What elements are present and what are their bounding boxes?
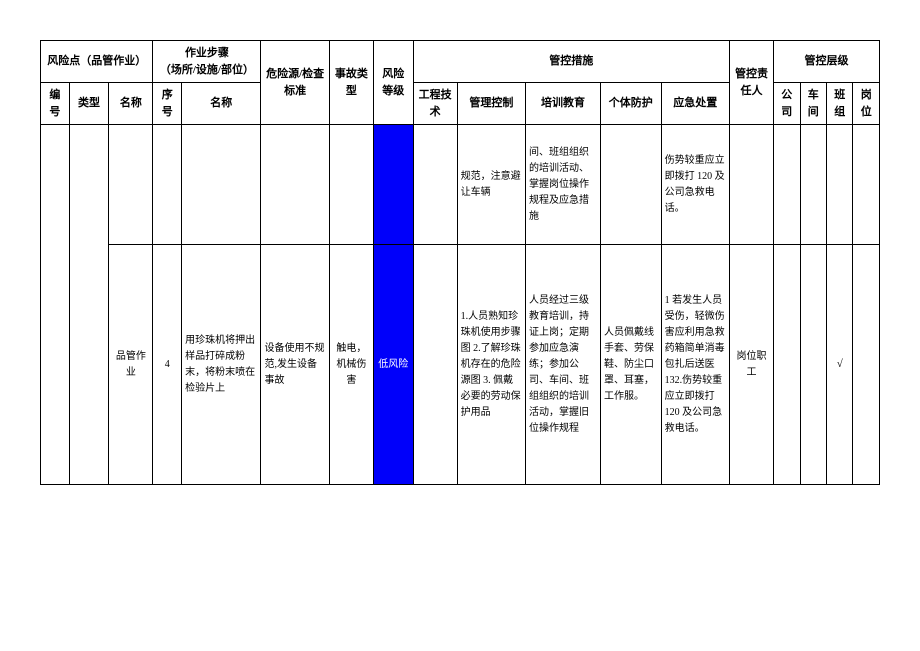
col-risk-level: 风险等级 <box>373 41 413 125</box>
cell-emergency: 伤势较重应立即拨打 120 及公司急救电话。 <box>661 125 729 245</box>
cell-post <box>853 245 880 485</box>
col-name: 名称 <box>109 83 153 125</box>
cell-risk <box>373 125 413 245</box>
col-post: 岗位 <box>853 83 880 125</box>
col-team: 班组 <box>826 83 852 125</box>
table-head: 风险点（品管作业） 作业步骤 （场所/设施/部位） 危险源/检查标准 事故类型 … <box>41 41 880 125</box>
cell-type <box>69 125 109 485</box>
col-protection: 个体防护 <box>600 83 661 125</box>
col-management: 管理控制 <box>457 83 525 125</box>
cell-management: 规范，注意避让车辆 <box>457 125 525 245</box>
cell-risk: 低风险 <box>373 245 413 485</box>
col-control-level: 管控层级 <box>774 41 880 83</box>
header-row-1: 风险点（品管作业） 作业步骤 （场所/设施/部位） 危险源/检查标准 事故类型 … <box>41 41 880 83</box>
cell-team: √ <box>826 245 852 485</box>
cell-accident: 触电，机械伤害 <box>329 245 373 485</box>
cell-protection <box>600 125 661 245</box>
col-responsible: 管控责任人 <box>729 41 773 125</box>
cell-accident <box>329 125 373 245</box>
cell-protection: 人员佩戴线手套、劳保鞋、防尘口罩、耳塞，工作服。 <box>600 245 661 485</box>
cell-name <box>109 125 153 245</box>
cell-workshop <box>800 125 826 245</box>
cell-engineering <box>413 125 457 245</box>
cell-responsible: 岗位职工 <box>729 245 773 485</box>
col-training: 培训教育 <box>526 83 601 125</box>
cell-step-name <box>182 125 261 245</box>
table-row: 品管作业 4 用珍珠机将押出样品打碎成粉末，将粉末喷在检验片上 设备使用不规范,… <box>41 245 880 485</box>
risk-assessment-table: 风险点（品管作业） 作业步骤 （场所/设施/部位） 危险源/检查标准 事故类型 … <box>40 40 880 485</box>
col-number: 编号 <box>41 83 70 125</box>
cell-team <box>826 125 852 245</box>
col-accident: 事故类型 <box>329 41 373 125</box>
table-row: 规范，注意避让车辆 间、班组组织的培训活动、掌握岗位操作规程及应急措施 伤势较重… <box>41 125 880 245</box>
cell-training: 间、班组组织的培训活动、掌握岗位操作规程及应急措施 <box>526 125 601 245</box>
cell-hazard <box>261 125 329 245</box>
col-hazard: 危险源/检查标准 <box>261 41 329 125</box>
cell-step-name: 用珍珠机将押出样品打碎成粉末，将粉末喷在检验片上 <box>182 245 261 485</box>
cell-hazard: 设备使用不规范,发生设备事故 <box>261 245 329 485</box>
cell-responsible <box>729 125 773 245</box>
cell-company <box>774 125 800 245</box>
col-step-name: 名称 <box>182 83 261 125</box>
cell-emergency: 1 若发生人员受伤，轻微伤害应利用急救药箱简单消毒包扎后送医 132.伤势较重应… <box>661 245 729 485</box>
col-risk-point: 风险点（品管作业） <box>41 41 153 83</box>
col-emergency: 应急处置 <box>661 83 729 125</box>
col-step-group: 作业步骤 （场所/设施/部位） <box>153 41 261 83</box>
cell-engineering <box>413 245 457 485</box>
cell-seq <box>153 125 182 245</box>
col-engineering: 工程技术 <box>413 83 457 125</box>
col-seq: 序号 <box>153 83 182 125</box>
col-measures: 管控措施 <box>413 41 729 83</box>
cell-management: 1.人员熟知珍珠机使用步骤图 2.了解珍珠机存在的危险源图 3. 佩戴必要的劳动… <box>457 245 525 485</box>
col-workshop: 车间 <box>800 83 826 125</box>
cell-name: 品管作业 <box>109 245 153 485</box>
col-company: 公司 <box>774 83 800 125</box>
cell-post <box>853 125 880 245</box>
col-type: 类型 <box>69 83 109 125</box>
cell-training: 人员经过三级教育培训，持证上岗；定期参加应急演 练；参加公司、车间、班组组织的培… <box>526 245 601 485</box>
cell-company <box>774 245 800 485</box>
table-body: 规范，注意避让车辆 间、班组组织的培训活动、掌握岗位操作规程及应急措施 伤势较重… <box>41 125 880 485</box>
cell-workshop <box>800 245 826 485</box>
cell-seq: 4 <box>153 245 182 485</box>
cell-number <box>41 125 70 485</box>
